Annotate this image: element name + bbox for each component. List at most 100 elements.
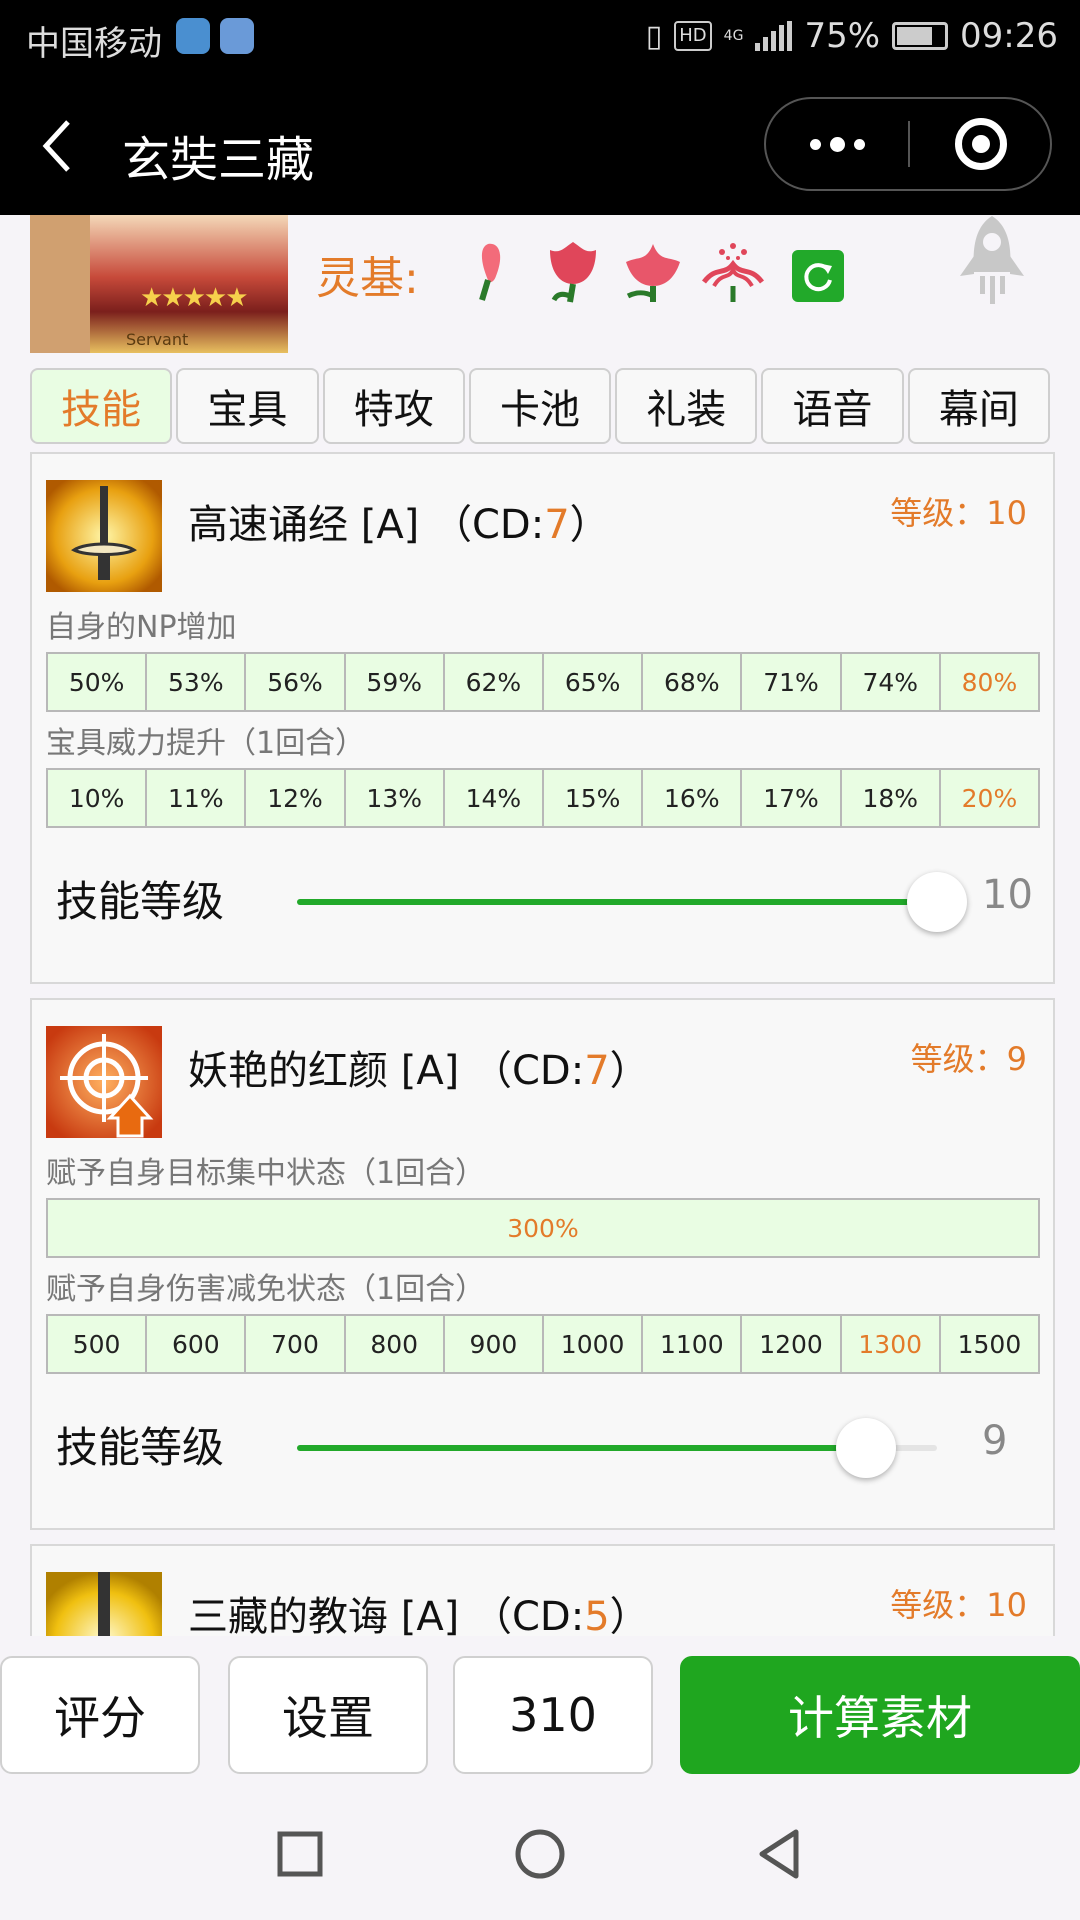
tab-noble-phantasm[interactable]: 宝具	[176, 368, 319, 444]
back-triangle-icon[interactable]	[752, 1826, 808, 1882]
home-circle-icon[interactable]	[512, 1826, 568, 1882]
effect-value-current: 300%	[507, 1213, 579, 1243]
skill-level-slider[interactable]	[297, 1418, 937, 1478]
skill-cooldown: 5	[584, 1594, 610, 1636]
skill-card: 三藏的教诲 [A] （CD:5） 等级：10	[30, 1544, 1055, 1636]
battery-icon	[892, 22, 949, 50]
skill-card: 高速诵经 [A] （CD:7） 等级：10 自身的NP增加 50% 53% 56…	[30, 452, 1055, 984]
effect-value-current: 1300	[842, 1316, 941, 1372]
skill-card: 妖艳的红颜 [A] （CD:7） 等级：9 赋予自身目标集中状态（1回合） 30…	[30, 998, 1055, 1530]
slider-fill	[297, 1445, 866, 1451]
count-button[interactable]: 310	[453, 1656, 653, 1774]
effect-value: 56%	[246, 654, 346, 710]
skill-level-slider-label: 技能等级	[56, 1423, 225, 1472]
effect-value: 65%	[544, 654, 644, 710]
effect-value: 1000	[544, 1316, 644, 1372]
servant-portrait[interactable]: ★★★★★ Servant	[30, 215, 288, 353]
shield-app-icon	[176, 18, 210, 54]
effect-value: 74%	[842, 654, 941, 710]
effect-value: 62%	[445, 654, 545, 710]
hd-badge: HD	[674, 21, 712, 51]
effect-label: 宝具威力提升（1回合）	[46, 726, 366, 761]
status-indicators: ▯ HD 4G 75% 09:26	[646, 16, 1058, 56]
effect-value: 11%	[147, 770, 247, 826]
effect-value: 1100	[643, 1316, 743, 1372]
refresh-icon	[804, 263, 832, 292]
network-type: 4G	[723, 28, 744, 44]
chevron-left-icon	[42, 120, 70, 172]
skill-level-slider[interactable]	[297, 872, 967, 932]
tab-interlude[interactable]: 幕间	[907, 368, 1050, 444]
page-title: 玄奘三藏	[122, 132, 315, 188]
effect-value: 600	[147, 1316, 247, 1372]
effect-values-grid: 300%	[46, 1198, 1040, 1258]
effect-value-current: 80%	[961, 667, 1018, 697]
slider-thumb[interactable]	[835, 1418, 896, 1478]
portrait-art	[30, 215, 90, 353]
app-notification-icon	[220, 18, 254, 54]
effect-value: 500	[48, 1316, 148, 1372]
effect-value: 900	[445, 1316, 545, 1372]
ascension-1-bud-icon[interactable]	[460, 236, 526, 306]
status-bar: 中国移动 ▯ HD 4G 75% 09:26	[0, 0, 1080, 75]
rarity-stars: ★★★★★	[140, 283, 249, 313]
skill-name: 妖艳的红颜 [A] （CD:7）	[188, 1048, 650, 1094]
effect-label: 赋予自身伤害减免状态（1回合）	[46, 1272, 486, 1307]
tab-gacha-pool[interactable]: 卡池	[468, 368, 612, 444]
ascension-selector	[460, 236, 766, 306]
carrier-name: 中国移动	[26, 24, 162, 64]
close-mini-program-button[interactable]	[910, 99, 1052, 189]
top-bar: 中国移动 ▯ HD 4G 75% 09:26 玄奘三藏	[0, 0, 1080, 215]
effect-label: 赋予自身目标集中状态（1回合）	[46, 1156, 486, 1191]
tab-special-attack[interactable]: 特攻	[322, 368, 465, 444]
rate-button[interactable]: 评分	[0, 1656, 200, 1774]
settings-button[interactable]: 设置	[228, 1656, 428, 1774]
slider-fill	[297, 899, 937, 905]
mini-program-capsule	[764, 97, 1052, 191]
back-button[interactable]	[38, 116, 78, 176]
effect-value: 1500	[957, 1329, 1022, 1359]
section-tabs: 技能 宝具 特攻 卡池 礼装 语音 幕间	[30, 368, 1050, 444]
skill-cooldown: 7	[584, 1048, 610, 1094]
skill-cooldown: 7	[544, 502, 570, 548]
effect-value: 50%	[48, 654, 148, 710]
target-circle-icon	[955, 118, 1007, 170]
slider-thumb[interactable]	[907, 872, 967, 932]
ascension-4-lily-icon[interactable]	[700, 236, 766, 306]
dot-icon	[853, 138, 865, 150]
skill-level-text: 等级：10	[890, 1586, 1027, 1624]
effect-value: 14%	[445, 770, 545, 826]
tab-voice[interactable]: 语音	[761, 368, 904, 444]
bottom-action-bar: 评分 设置 310 计算素材	[0, 1636, 1080, 1780]
effect-value: 10%	[48, 770, 148, 826]
recent-apps-square-icon[interactable]	[272, 1826, 328, 1882]
effect-value: 53%	[147, 654, 247, 710]
effect-value: 59%	[346, 654, 445, 710]
dot-icon	[809, 138, 821, 150]
refresh-button[interactable]	[792, 250, 844, 302]
tab-costume[interactable]: 礼装	[615, 368, 758, 444]
portrait-caption: Servant	[126, 330, 189, 349]
ascension-2-bloom-icon[interactable]	[540, 236, 606, 306]
effect-value: 71%	[742, 654, 842, 710]
skill-name: 高速诵经 [A] （CD:7）	[188, 502, 610, 548]
effect-value: 12%	[246, 770, 346, 826]
skill-level-value: 10	[982, 872, 1033, 918]
effect-values-grid: 50% 53% 56% 59% 62% 65% 68% 71% 74% 80%	[46, 652, 1040, 712]
clock: 09:26	[960, 16, 1058, 56]
system-navigation-bar	[0, 1780, 1080, 1920]
calculate-materials-button[interactable]: 计算素材	[680, 1656, 1080, 1774]
more-button[interactable]	[766, 99, 908, 189]
vajra-skill-icon	[46, 1572, 162, 1636]
tab-skills[interactable]: 技能	[30, 368, 173, 444]
ascension-label: 灵基:	[316, 253, 419, 304]
skill-level-text: 等级：9	[910, 1040, 1027, 1078]
effect-value: 16%	[643, 770, 743, 826]
rocket-icon[interactable]	[950, 212, 1034, 312]
battery-percent: 75%	[804, 16, 881, 56]
ascension-3-flower-icon[interactable]	[620, 236, 686, 306]
effect-label: 自身的NP增加	[46, 610, 237, 645]
skill-level-text: 等级：10	[890, 494, 1027, 532]
signal-icon	[755, 21, 793, 51]
sword-skill-icon	[46, 480, 162, 592]
